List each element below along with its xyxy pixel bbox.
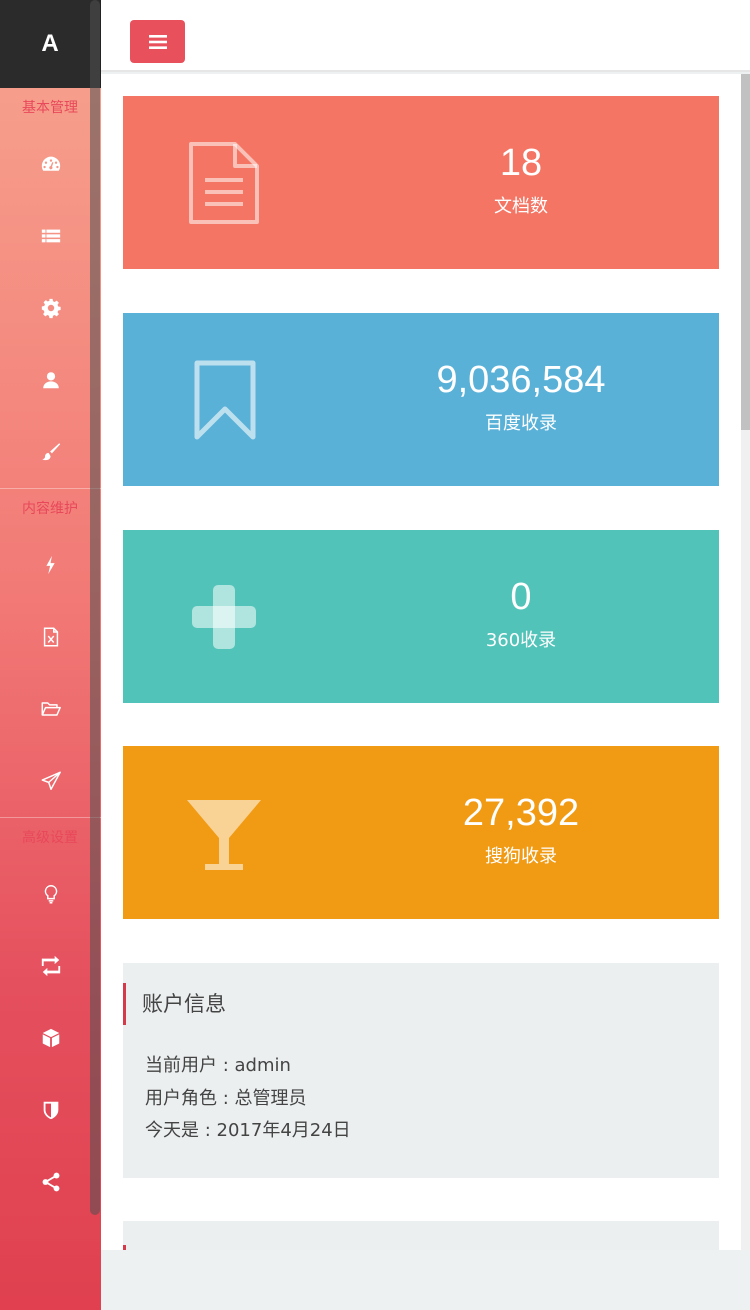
folder-open-icon [41,702,61,716]
current-user-text: 当前用户 : admin [145,1055,291,1076]
stat-card-sogou[interactable]: 27,392 搜狗收录 [123,746,719,919]
sidebar-item-tips[interactable] [0,858,101,930]
main-content: 18 文档数 9,036,584 百度收录 0 360收录 27,392 搜狗收… [101,74,741,1250]
sidebar-item-folder[interactable] [0,673,101,745]
cocktail-glass-icon [187,800,261,870]
sidebar-section-title: 基本管理 [22,100,78,116]
stat-value: 18 [499,142,543,184]
brush-icon [41,443,60,461]
bolt-icon [45,555,55,575]
file-text-icon [189,142,259,224]
gear-icon [41,298,61,319]
brand-logo[interactable]: A [0,0,101,88]
sidebar-section-title: 高级设置 [22,830,78,846]
topbar [101,0,750,72]
stat-card-360[interactable]: 0 360收录 [123,530,719,703]
shield-icon [43,1101,58,1120]
plus-icon [192,585,256,649]
account-info-panel: 账户信息 当前用户 : admin 用户角色 : 总管理员 今天是 : 2017… [123,963,719,1178]
user-role-text: 用户角色 : 总管理员 [145,1088,307,1109]
bottom-area [101,1250,750,1310]
stat-card-baidu[interactable]: 9,036,584 百度收录 [123,313,719,486]
today-date-text: 今天是 : 2017年4月24日 [145,1120,351,1141]
hamburger-icon [148,34,167,49]
sidebar-item-sync[interactable] [0,930,101,1002]
sidebar-item-flash[interactable] [0,529,101,601]
menu-toggle-button[interactable] [130,20,185,63]
page-scrollbar-thumb[interactable] [741,74,750,430]
paper-plane-icon [41,771,61,790]
retweet-icon [41,955,60,977]
stat-value: 9,036,584 [436,359,606,401]
account-info-title: 账户信息 [123,983,226,1025]
stat-label: 360收录 [485,630,557,651]
sidebar-item-dashboard[interactable] [0,128,101,200]
sidebar-item-user[interactable] [0,344,101,416]
user-icon [42,372,59,389]
stat-label: 百度收录 [485,413,557,434]
sidebar-item-excel[interactable] [0,601,101,673]
sidebar-item-module[interactable] [0,1002,101,1074]
sidebar-scrollbar[interactable] [90,0,100,1215]
sidebar: A 基本管理 内容维护 高级设置 [0,0,101,1310]
sidebar-item-share[interactable] [0,1146,101,1218]
sidebar-item-settings[interactable] [0,272,101,344]
sidebar-section-title: 内容维护 [22,501,78,517]
share-icon [42,1172,59,1192]
lightbulb-icon [44,885,57,904]
list-icon [41,229,60,243]
sidebar-item-list[interactable] [0,200,101,272]
cube-icon [42,1028,59,1048]
stat-value: 0 [510,576,532,618]
excel-file-icon [43,627,58,647]
stat-label: 文档数 [494,196,548,217]
sidebar-item-publish[interactable] [0,745,101,817]
stat-label: 搜狗收录 [485,846,557,867]
dashboard-icon [41,156,60,171]
stat-value: 27,392 [462,792,580,834]
stat-card-documents[interactable]: 18 文档数 [123,96,719,269]
sidebar-item-security[interactable] [0,1074,101,1146]
sidebar-item-theme[interactable] [0,416,101,488]
bookmark-icon [194,360,256,440]
secondary-panel [123,1221,719,1250]
